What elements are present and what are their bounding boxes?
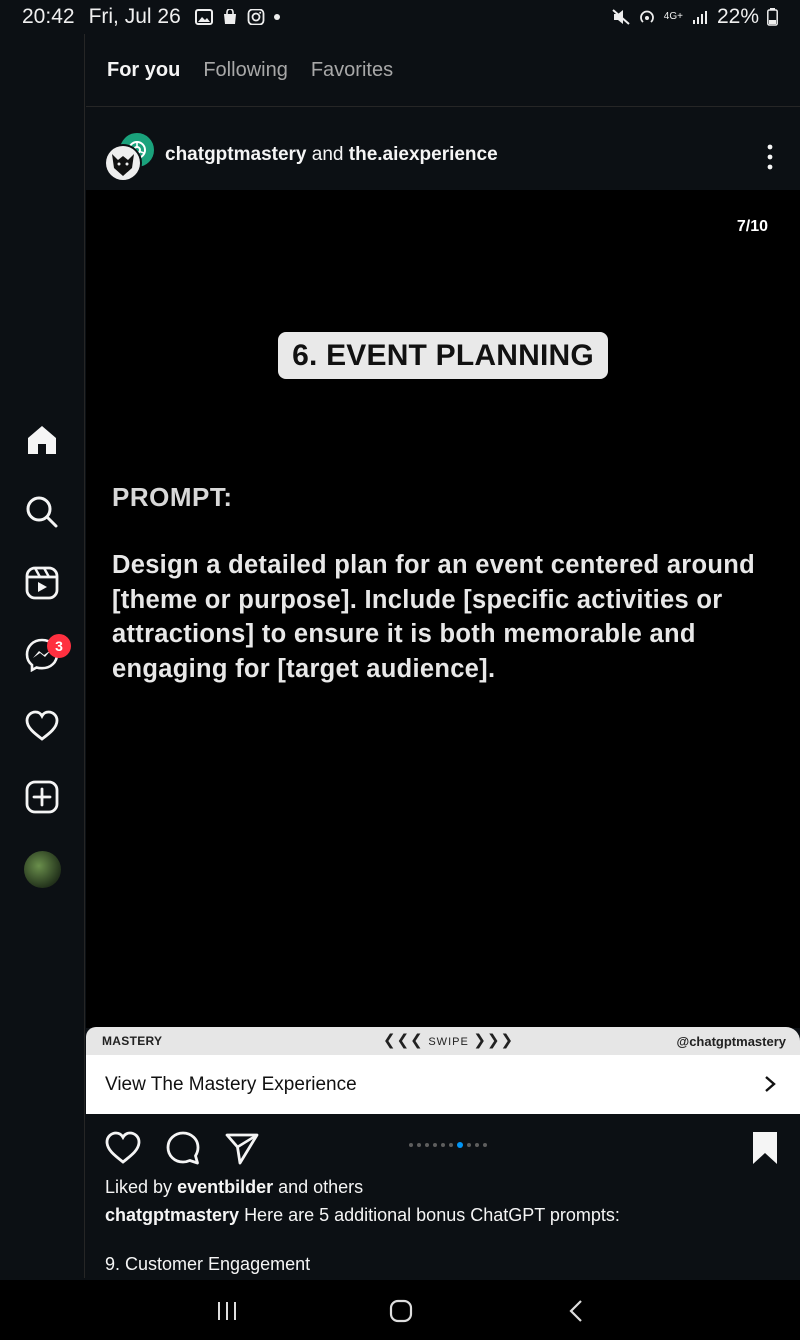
tab-for-you[interactable]: For you	[107, 59, 180, 82]
battery-percent: 22%	[716, 5, 759, 28]
instagram-icon	[247, 9, 265, 25]
share-icon[interactable]	[224, 1130, 260, 1166]
create-icon	[25, 780, 59, 814]
feed-tabs: For you Following Favorites	[86, 34, 800, 107]
tab-favorites[interactable]: Favorites	[311, 59, 393, 82]
system-nav-bar	[0, 1280, 800, 1340]
notification-dot-icon	[273, 14, 280, 20]
carousel-dot	[457, 1142, 463, 1148]
slide-footer-brand: MASTERY	[102, 1034, 163, 1048]
post-caption: chatgptmastery Here are 5 additional bon…	[105, 1205, 620, 1226]
cta-link-bar[interactable]: View The Mastery Experience	[86, 1055, 800, 1114]
post-actions	[86, 1122, 800, 1172]
author-joiner: and	[311, 144, 344, 165]
home-icon	[28, 426, 56, 454]
carousel-dot	[475, 1143, 479, 1147]
slide-footer: MASTERY ❮❮❮ SWIPE ❯❯❯ @chatgptmastery	[86, 1027, 800, 1055]
mute-icon	[612, 9, 630, 25]
carousel-dot	[467, 1143, 471, 1147]
sidebar-item-notifications[interactable]	[24, 708, 60, 744]
like-heart-icon[interactable]	[105, 1130, 141, 1166]
network-type: 4G+	[663, 11, 683, 22]
more-options-icon[interactable]	[758, 142, 782, 172]
back-icon[interactable]	[563, 1298, 591, 1324]
signal-icon	[692, 11, 707, 24]
shopping-bag-icon	[223, 9, 236, 24]
carousel-dot	[433, 1143, 437, 1147]
swipe-left-icon: ❮❮❮	[383, 1032, 424, 1049]
likes-summary: Liked by eventbilder and others	[105, 1177, 363, 1198]
recent-apps-icon[interactable]	[213, 1298, 241, 1324]
caption-username[interactable]: chatgptmastery	[105, 1205, 239, 1225]
sidebar-item-reels[interactable]	[24, 565, 60, 601]
slide-counter: 7/10	[736, 218, 768, 235]
prompt-label: PROMPT:	[112, 482, 233, 512]
carousel-dot	[409, 1143, 413, 1147]
gallery-icon	[194, 9, 213, 25]
status-bar: 20:42 Fri, Jul 26 4G+ 22%	[0, 0, 800, 34]
slide-title: 6. EVENT PLANNING	[278, 332, 608, 379]
sidebar-item-home[interactable]	[24, 422, 60, 458]
carousel-indicator	[409, 1142, 487, 1148]
likes-prefix: Liked by	[105, 1177, 173, 1197]
swipe-right-icon: ❯❯❯	[473, 1032, 515, 1049]
swipe-label: SWIPE	[428, 1036, 469, 1048]
profile-avatar[interactable]	[24, 851, 61, 888]
hotspot-icon	[639, 10, 654, 23]
prompt-body: Design a detailed plan for an event cent…	[112, 551, 756, 683]
likes-username[interactable]: eventbilder	[177, 1177, 273, 1197]
caption-line-2: 9. Customer Engagement	[105, 1254, 311, 1274]
carousel-dot	[483, 1143, 487, 1147]
status-date: Fri, Jul 26	[88, 5, 181, 28]
sidebar-item-search[interactable]	[24, 494, 60, 530]
author-username[interactable]: chatgptmastery	[165, 144, 307, 165]
heart-icon	[25, 710, 59, 741]
tab-following[interactable]: Following	[203, 59, 287, 82]
carousel-dot	[417, 1143, 421, 1147]
sidebar-item-create[interactable]	[24, 779, 60, 815]
status-time: 20:42	[22, 5, 75, 28]
comment-icon[interactable]	[165, 1130, 201, 1166]
reels-icon	[25, 566, 59, 600]
cta-label: View The Mastery Experience	[105, 1074, 357, 1095]
slide-footer-handle: @chatgptmastery	[676, 1034, 786, 1049]
post-authors: chatgptmastery and the.aiexperience	[165, 144, 498, 166]
wolf-logo-icon	[106, 146, 140, 180]
messages-badge: 3	[47, 634, 71, 658]
coauthor-username[interactable]: the.aiexperience	[349, 144, 498, 165]
battery-icon	[767, 8, 778, 26]
home-button-icon[interactable]	[387, 1298, 415, 1324]
slide-footer-swipe: ❮❮❮ SWIPE ❯❯❯	[383, 1031, 514, 1049]
carousel-dot	[441, 1143, 445, 1147]
post-carousel-slide[interactable]: 7/10 6. EVENT PLANNING PROMPT: Design a …	[86, 190, 800, 1028]
search-icon	[26, 496, 58, 528]
save-bookmark-icon[interactable]	[747, 1130, 783, 1166]
likes-suffix: and others	[278, 1177, 364, 1197]
chevron-right-icon	[765, 1076, 776, 1092]
post-header: chatgptmastery and the.aiexperience	[86, 120, 800, 190]
carousel-dot	[425, 1143, 429, 1147]
carousel-dot	[449, 1143, 453, 1147]
author-avatar[interactable]	[104, 144, 142, 182]
caption-text: Here are 5 additional bonus ChatGPT prom…	[244, 1205, 620, 1225]
